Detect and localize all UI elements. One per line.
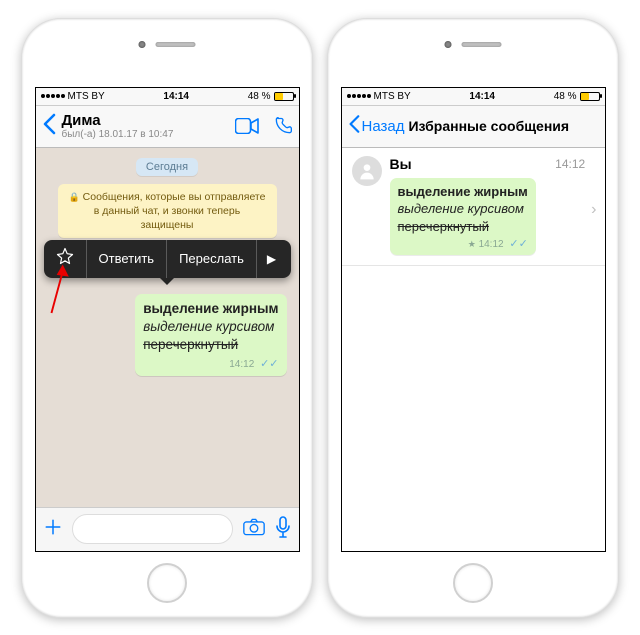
contact-name[interactable]: Дима bbox=[62, 112, 235, 129]
msg-time: 14:12 bbox=[229, 359, 254, 370]
starred-row[interactable]: Вы 14:12 выделение жирным выделение курс… bbox=[342, 148, 605, 266]
chat-body[interactable]: Сегодня 🔒 Сообщения, которые вы отправля… bbox=[36, 148, 299, 507]
starred-navbar: Назад Избранные сообщения bbox=[342, 106, 605, 148]
phone-right: MTS BY 14:14 48 % Назад Избранные сообще… bbox=[327, 18, 619, 618]
ctx-more-button[interactable]: ▶ bbox=[257, 240, 286, 278]
voice-call-icon[interactable] bbox=[273, 116, 293, 136]
starred-message-bubble[interactable]: выделение жирным выделение курсивом пере… bbox=[390, 178, 536, 255]
read-ticks-icon: ✓✓ bbox=[509, 238, 527, 250]
signal-dots-icon bbox=[347, 94, 371, 98]
encryption-text: Сообщения, которые вы отправляете в данн… bbox=[83, 191, 266, 231]
home-button[interactable] bbox=[453, 563, 493, 603]
front-camera bbox=[445, 41, 452, 48]
star-icon: ★ bbox=[468, 239, 476, 249]
earpiece bbox=[156, 42, 196, 47]
signal-dots-icon bbox=[41, 94, 65, 98]
outgoing-message[interactable]: выделение жирным выделение курсивом пере… bbox=[135, 294, 286, 376]
mic-icon[interactable] bbox=[275, 516, 291, 543]
msg-line-strike: перечеркнутый bbox=[143, 336, 278, 354]
battery-pct: 48 % bbox=[554, 91, 577, 102]
phone-hardware-top bbox=[139, 41, 196, 48]
chevron-right-icon[interactable]: › bbox=[591, 201, 596, 219]
phone-left: MTS BY 14:14 48 % Дима был(-а) 18.01.17 … bbox=[21, 18, 313, 618]
msg-line-bold: выделение жирным bbox=[143, 300, 278, 318]
back-label[interactable]: Назад bbox=[362, 118, 405, 135]
status-time: 14:14 bbox=[411, 91, 554, 102]
context-menu: Ответить Переслать ▶ bbox=[44, 240, 291, 278]
back-chevron-icon[interactable] bbox=[348, 114, 360, 139]
row-time: 14:12 bbox=[555, 157, 585, 171]
input-bar bbox=[36, 507, 299, 551]
sender-name: Вы bbox=[390, 156, 412, 172]
msg-line-strike: перечеркнутый bbox=[398, 218, 528, 236]
msg-time: 14:12 bbox=[479, 239, 504, 250]
encryption-banner: 🔒 Сообщения, которые вы отправляете в да… bbox=[58, 184, 277, 239]
lock-icon: 🔒 bbox=[69, 192, 80, 202]
phone-hardware-top bbox=[445, 41, 502, 48]
ctx-star-button[interactable] bbox=[44, 240, 87, 278]
status-bar: MTS BY 14:14 48 % bbox=[342, 88, 605, 106]
screen-left: MTS BY 14:14 48 % Дима был(-а) 18.01.17 … bbox=[35, 87, 300, 552]
home-button[interactable] bbox=[147, 563, 187, 603]
last-seen: был(-а) 18.01.17 в 10:47 bbox=[62, 129, 235, 140]
camera-icon[interactable] bbox=[243, 518, 265, 541]
msg-line-italic: выделение курсивом bbox=[398, 200, 528, 218]
earpiece bbox=[462, 42, 502, 47]
carrier-label: MTS BY bbox=[68, 91, 105, 102]
starred-list[interactable]: Вы 14:12 выделение жирным выделение курс… bbox=[342, 148, 605, 551]
carrier-label: MTS BY bbox=[374, 91, 411, 102]
page-title: Избранные сообщения bbox=[408, 118, 569, 134]
msg-line-italic: выделение курсивом bbox=[143, 318, 278, 336]
video-call-icon[interactable] bbox=[235, 118, 259, 134]
star-icon bbox=[56, 247, 74, 270]
date-chip: Сегодня bbox=[136, 158, 198, 176]
battery-icon bbox=[274, 92, 294, 101]
battery-pct: 48 % bbox=[248, 91, 271, 102]
message-input[interactable] bbox=[72, 514, 233, 544]
avatar bbox=[352, 156, 382, 186]
status-time: 14:14 bbox=[105, 91, 248, 102]
back-chevron-icon[interactable] bbox=[42, 113, 56, 140]
chat-navbar: Дима был(-а) 18.01.17 в 10:47 bbox=[36, 106, 299, 148]
screen-right: MTS BY 14:14 48 % Назад Избранные сообще… bbox=[341, 87, 606, 552]
msg-line-bold: выделение жирным bbox=[398, 183, 528, 201]
read-ticks-icon: ✓✓ bbox=[260, 358, 278, 370]
ctx-reply-button[interactable]: Ответить bbox=[87, 240, 168, 278]
status-bar: MTS BY 14:14 48 % bbox=[36, 88, 299, 106]
front-camera bbox=[139, 41, 146, 48]
attach-icon[interactable] bbox=[44, 518, 62, 541]
triangle-right-icon: ▶ bbox=[267, 252, 276, 266]
ctx-forward-button[interactable]: Переслать bbox=[167, 240, 257, 278]
battery-icon bbox=[580, 92, 600, 101]
